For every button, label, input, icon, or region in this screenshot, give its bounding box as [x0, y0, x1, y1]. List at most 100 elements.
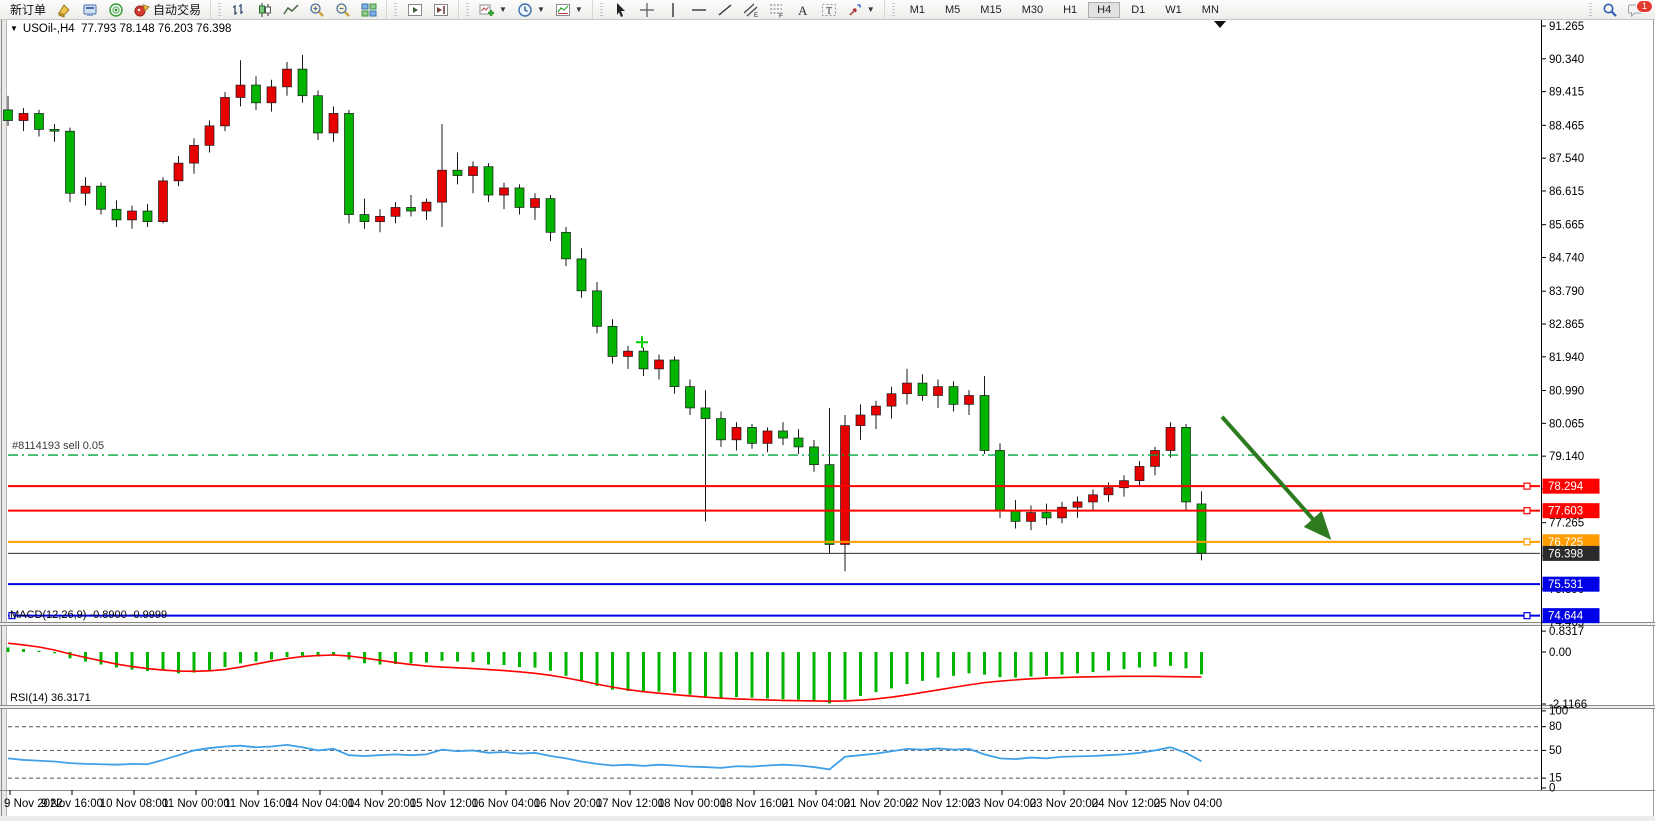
time-tick-label: 17 Nov 12:00: [596, 798, 664, 810]
dropdown-caret-icon: ▼: [537, 5, 545, 14]
candle-bear: [748, 427, 757, 443]
candle-bull: [531, 199, 540, 208]
chart-shift-icon[interactable]: [429, 1, 453, 18]
candle-bear: [949, 387, 958, 405]
candle-bear: [639, 351, 648, 369]
timeframe-button-W1[interactable]: W1: [1156, 2, 1191, 18]
text-icon[interactable]: A: [791, 1, 815, 18]
timeframe-button-M1[interactable]: M1: [901, 2, 934, 18]
time-tick-label: 16 Nov 20:00: [534, 798, 602, 810]
price-badge: 74.644: [1548, 611, 1584, 623]
line-chart-icon[interactable]: [279, 1, 303, 18]
rsi-tick-label: 100: [1549, 705, 1568, 717]
template-icon[interactable]: ▼: [551, 1, 587, 18]
cursor-icon[interactable]: [609, 1, 633, 18]
candle-bear: [918, 383, 927, 395]
horizontal-line-icon[interactable]: [687, 1, 711, 18]
fibonacci-icon[interactable]: F: [765, 1, 789, 18]
time-tick-label: 22 Nov 12:00: [906, 798, 974, 810]
signals-icon[interactable]: [104, 1, 128, 18]
timeframe-button-MN[interactable]: MN: [1193, 2, 1228, 18]
candle-bull: [872, 406, 881, 415]
candle-bear: [546, 199, 555, 233]
line-handle[interactable]: [1524, 613, 1530, 619]
crosshair-icon[interactable]: [635, 1, 659, 18]
notification-badge: 1: [1636, 0, 1653, 13]
tile-windows-icon[interactable]: [357, 1, 381, 18]
candle-bull: [841, 426, 850, 545]
candle-bull: [887, 394, 896, 406]
candle-bull: [655, 360, 664, 369]
price-badge: 75.531: [1548, 579, 1583, 591]
time-tick-label: 18 Nov 16:00: [720, 798, 788, 810]
timeframe-button-M30[interactable]: M30: [1013, 2, 1052, 18]
text-label-icon[interactable]: T: [817, 1, 841, 18]
candle-bear: [360, 215, 369, 222]
timeframe-button-H1[interactable]: H1: [1054, 2, 1086, 18]
time-tick-label: 11 Nov 16:00: [224, 798, 292, 810]
time-tick-label: 23 Nov 04:00: [968, 798, 1036, 810]
new-chart-icon[interactable]: ▼: [475, 1, 511, 18]
line-handle[interactable]: [1524, 508, 1530, 514]
terminal-icon[interactable]: [78, 1, 102, 18]
candle-bear: [794, 438, 803, 447]
candle-bull: [329, 113, 338, 133]
candle-bear: [686, 387, 695, 408]
candlestick-icon[interactable]: [253, 1, 277, 18]
candle-bear: [810, 447, 819, 465]
candle-bull: [221, 97, 230, 125]
notifications-icon[interactable]: 1: [1624, 1, 1650, 18]
new-order-button[interactable]: 新订单: [6, 1, 50, 18]
candle-bull: [469, 167, 478, 176]
toolbar-group-drawing: E F A T ▼: [592, 0, 884, 19]
candle-bull: [624, 351, 633, 356]
time-tick-label: 16 Nov 04:00: [472, 798, 540, 810]
line-handle[interactable]: [1524, 539, 1530, 545]
quick-trade-caret-icon[interactable]: ▼: [10, 24, 18, 33]
candle-bull: [965, 395, 974, 404]
timeframe-button-M15[interactable]: M15: [971, 2, 1010, 18]
price-tick-label: 91.265: [1549, 21, 1584, 33]
autotrading-icon: [134, 2, 150, 18]
line-handle[interactable]: [1524, 483, 1530, 489]
zoom-in-icon[interactable]: [305, 1, 329, 18]
candle-bear: [112, 209, 121, 220]
auto-scroll-icon[interactable]: [403, 1, 427, 18]
candle-bull: [1027, 513, 1036, 522]
timeframe-button-D1[interactable]: D1: [1122, 2, 1154, 18]
candle-bull: [422, 202, 431, 211]
candle-bull: [1104, 488, 1113, 495]
zoom-out-icon[interactable]: [331, 1, 355, 18]
price-chart-canvas[interactable]: 91.26590.34089.41588.46587.54086.61585.6…: [0, 19, 1655, 821]
profile-icon[interactable]: [52, 1, 76, 18]
bar-chart-icon[interactable]: [227, 1, 251, 18]
search-icon[interactable]: [1598, 1, 1622, 18]
toolbar-group-trade: 新订单 自动交易: [0, 0, 210, 19]
candle-bull: [128, 211, 137, 220]
autotrading-button[interactable]: 自动交易: [130, 1, 205, 18]
candle-bear: [97, 186, 106, 209]
toolbar-group-scroll: [386, 0, 458, 19]
candle-bear: [825, 465, 834, 545]
candle-bear: [670, 360, 679, 387]
dropdown-caret-icon: ▼: [867, 5, 875, 14]
candle-bear: [577, 259, 586, 291]
period-icon[interactable]: ▼: [513, 1, 549, 18]
candle-bull: [81, 186, 90, 193]
price-badge: 77.603: [1548, 506, 1583, 518]
ohlc-label: 77.793 78.148 76.203 76.398: [81, 23, 231, 35]
time-tick-label: 14 Nov 04:00: [286, 798, 354, 810]
price-tick-label: 87.540: [1549, 153, 1584, 165]
trendline-icon[interactable]: [713, 1, 737, 18]
timeframe-button-M5[interactable]: M5: [936, 2, 969, 18]
symbol-period-label: USOil-,H4: [23, 23, 75, 35]
chart-window[interactable]: 91.26590.34089.41588.46587.54086.61585.6…: [0, 19, 1655, 821]
arrows-icon[interactable]: ▼: [843, 1, 879, 18]
channel-icon[interactable]: E: [739, 1, 763, 18]
vertical-line-icon[interactable]: [661, 1, 685, 18]
candle-bull: [283, 69, 292, 87]
candle-bear: [980, 395, 989, 450]
timeframe-button-H4[interactable]: H4: [1088, 2, 1120, 18]
candle-bull: [159, 181, 168, 222]
candle-bear: [407, 207, 416, 211]
